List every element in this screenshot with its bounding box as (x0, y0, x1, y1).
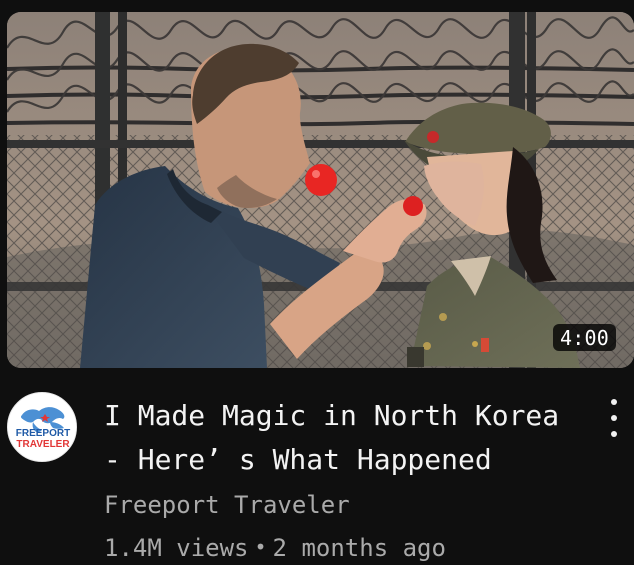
more-vertical-icon (611, 431, 617, 437)
avatar-top-text: FREEPORT (15, 428, 71, 439)
more-actions-button[interactable] (604, 399, 624, 437)
more-vertical-icon (611, 399, 617, 405)
thumbnail-image (7, 12, 634, 368)
meta-separator: • (254, 535, 267, 559)
upload-age: 2 months ago (272, 534, 446, 562)
avatar-bottom-text: TRAVELER (16, 439, 70, 450)
video-card[interactable]: 4:00 FREEPORT TRAVELER I Made Magic in N… (0, 0, 634, 565)
video-thumbnail[interactable]: 4:00 (7, 12, 634, 368)
video-stats: 1.4M views • 2 months ago (104, 533, 446, 563)
video-title[interactable]: I Made Magic in North Korea - Here’ s Wh… (104, 394, 586, 482)
view-count: 1.4M views (104, 534, 249, 562)
video-meta: FREEPORT TRAVELER I Made Magic in North … (0, 382, 634, 565)
duration-badge: 4:00 (553, 324, 616, 351)
more-vertical-icon (611, 415, 617, 421)
channel-name[interactable]: Freeport Traveler (104, 490, 350, 520)
channel-avatar[interactable]: FREEPORT TRAVELER (7, 392, 77, 462)
